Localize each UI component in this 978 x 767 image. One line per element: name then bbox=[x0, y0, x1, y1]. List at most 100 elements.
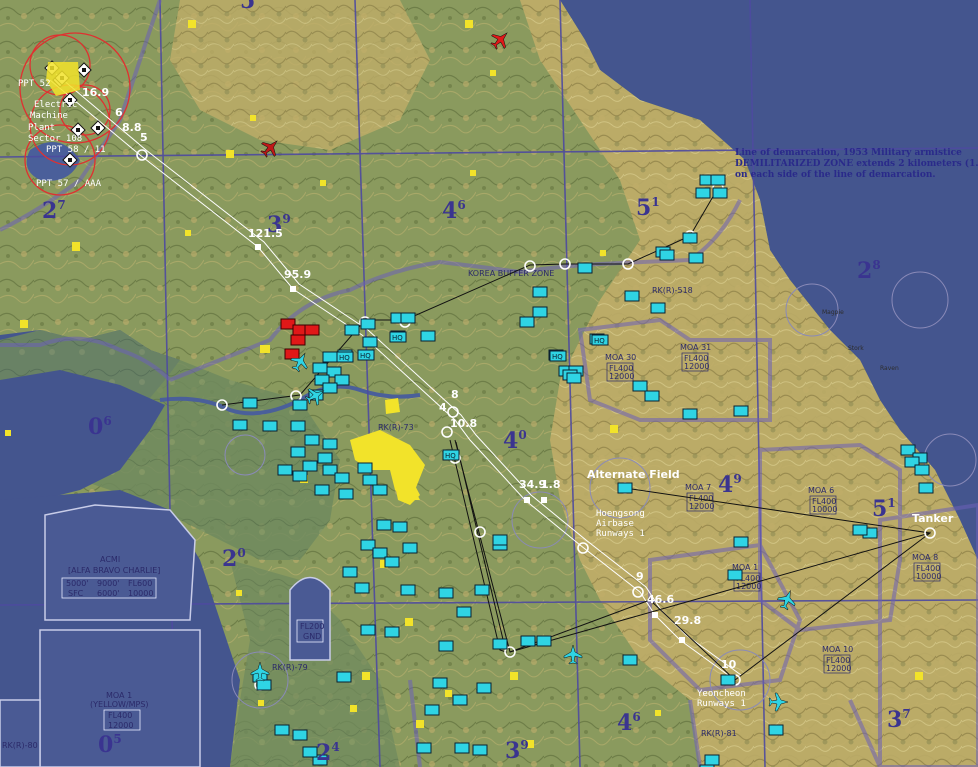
unit-marker[interactable] bbox=[344, 324, 360, 336]
unit-marker[interactable] bbox=[688, 252, 704, 264]
unit-marker[interactable] bbox=[682, 408, 698, 420]
waypoint-square[interactable] bbox=[255, 244, 261, 250]
enemy-unit-marker[interactable] bbox=[304, 324, 320, 336]
unit-marker[interactable] bbox=[274, 724, 290, 736]
unit-marker[interactable] bbox=[566, 372, 582, 384]
unit-marker[interactable] bbox=[342, 566, 358, 578]
unit-marker[interactable] bbox=[452, 694, 468, 706]
rk-r-80-label: RK(R)-80 bbox=[2, 741, 38, 750]
unit-marker[interactable] bbox=[360, 318, 376, 330]
unit-marker[interactable] bbox=[354, 582, 370, 594]
unit-marker[interactable] bbox=[710, 174, 726, 186]
svg-text:FL600: FL600 bbox=[128, 579, 152, 588]
waypoint-square[interactable] bbox=[541, 497, 547, 503]
unit-marker[interactable] bbox=[312, 362, 328, 374]
unit-marker[interactable] bbox=[362, 336, 378, 348]
unit-marker[interactable] bbox=[317, 452, 333, 464]
unit-marker[interactable] bbox=[357, 462, 373, 474]
unit-marker[interactable] bbox=[622, 654, 638, 666]
svg-text:6000': 6000' bbox=[97, 589, 120, 598]
unit-marker[interactable] bbox=[304, 434, 320, 446]
unit-marker[interactable] bbox=[472, 744, 488, 756]
unit-marker[interactable] bbox=[914, 464, 930, 476]
unit-marker[interactable] bbox=[322, 351, 338, 363]
unit-marker[interactable] bbox=[416, 742, 432, 754]
unit-marker[interactable] bbox=[402, 542, 418, 554]
unit-marker[interactable] bbox=[454, 742, 470, 754]
unit-marker[interactable] bbox=[695, 187, 711, 199]
unit-marker[interactable] bbox=[768, 724, 784, 736]
moa-floor: 12000 bbox=[689, 502, 714, 511]
unit-marker[interactable] bbox=[362, 474, 378, 486]
unit-marker[interactable] bbox=[852, 524, 868, 536]
unit-marker[interactable] bbox=[456, 606, 472, 618]
svg-text:ACMI: ACMI bbox=[100, 555, 120, 564]
unit-marker[interactable] bbox=[338, 488, 354, 500]
unit-marker[interactable] bbox=[376, 519, 392, 531]
unit-marker[interactable] bbox=[733, 536, 749, 548]
unit-marker[interactable] bbox=[438, 640, 454, 652]
waypoint-square[interactable] bbox=[679, 637, 685, 643]
unit-marker[interactable] bbox=[474, 584, 490, 596]
unit-marker[interactable] bbox=[384, 626, 400, 638]
map-canvas[interactable]: Line of demarcation, 1953 Military armis… bbox=[0, 0, 978, 767]
moa-floor: 12000 bbox=[684, 362, 709, 371]
unit-marker[interactable] bbox=[314, 484, 330, 496]
unit-marker[interactable] bbox=[290, 446, 306, 458]
unit-marker[interactable] bbox=[262, 420, 278, 432]
unit-marker[interactable] bbox=[712, 187, 728, 199]
unit-marker[interactable] bbox=[432, 677, 448, 689]
unit-marker[interactable] bbox=[624, 290, 640, 302]
unit-marker[interactable] bbox=[644, 390, 660, 402]
unit-marker[interactable] bbox=[733, 405, 749, 417]
unit-marker[interactable] bbox=[302, 460, 318, 472]
unit-marker[interactable] bbox=[400, 312, 416, 324]
unit-marker[interactable] bbox=[918, 482, 934, 494]
unit-marker[interactable] bbox=[290, 420, 306, 432]
unit-marker[interactable] bbox=[372, 484, 388, 496]
unit-marker[interactable] bbox=[392, 521, 408, 533]
unit-marker[interactable] bbox=[704, 754, 720, 766]
enemy-unit-marker[interactable] bbox=[290, 334, 306, 346]
tactical-map[interactable]: Line of demarcation, 1953 Military armis… bbox=[0, 0, 978, 767]
unit-marker[interactable] bbox=[292, 399, 308, 411]
unit-marker[interactable] bbox=[322, 438, 338, 450]
unit-marker[interactable] bbox=[336, 671, 352, 683]
unit-marker[interactable] bbox=[384, 556, 400, 568]
hq-label: HQ bbox=[339, 354, 350, 362]
unit-marker[interactable] bbox=[334, 472, 350, 484]
unit-marker[interactable] bbox=[400, 584, 416, 596]
unit-marker[interactable] bbox=[277, 464, 293, 476]
unit-marker[interactable] bbox=[519, 316, 535, 328]
unit-marker[interactable] bbox=[438, 587, 454, 599]
unit-marker[interactable] bbox=[492, 534, 508, 546]
waypoint-square[interactable] bbox=[290, 286, 296, 292]
unit-marker[interactable] bbox=[492, 638, 508, 650]
enemy-unit-marker[interactable] bbox=[284, 348, 300, 360]
unit-marker[interactable] bbox=[727, 569, 743, 581]
unit-marker[interactable] bbox=[577, 262, 593, 274]
unit-marker[interactable] bbox=[292, 729, 308, 741]
waypoint-square[interactable] bbox=[524, 497, 530, 503]
unit-marker[interactable] bbox=[420, 330, 436, 342]
unit-marker[interactable] bbox=[232, 419, 248, 431]
unit-marker[interactable] bbox=[659, 249, 675, 261]
unit-marker[interactable] bbox=[360, 624, 376, 636]
unit-marker[interactable] bbox=[650, 302, 666, 314]
unit-marker[interactable] bbox=[532, 306, 548, 318]
unit-marker[interactable] bbox=[242, 397, 258, 409]
unit-marker[interactable] bbox=[322, 382, 338, 394]
unit-marker[interactable] bbox=[256, 679, 272, 691]
unit-marker[interactable] bbox=[682, 232, 698, 244]
waypoint-square[interactable] bbox=[652, 612, 658, 618]
unit-marker[interactable] bbox=[302, 746, 318, 758]
unit-marker[interactable] bbox=[520, 635, 536, 647]
unit-marker[interactable] bbox=[720, 674, 736, 686]
unit-marker[interactable] bbox=[617, 482, 633, 494]
unit-marker[interactable] bbox=[292, 470, 308, 482]
unit-marker[interactable] bbox=[632, 380, 648, 392]
unit-marker[interactable] bbox=[532, 286, 548, 298]
unit-marker[interactable] bbox=[424, 704, 440, 716]
unit-marker[interactable] bbox=[476, 682, 492, 694]
unit-marker[interactable] bbox=[536, 635, 552, 647]
